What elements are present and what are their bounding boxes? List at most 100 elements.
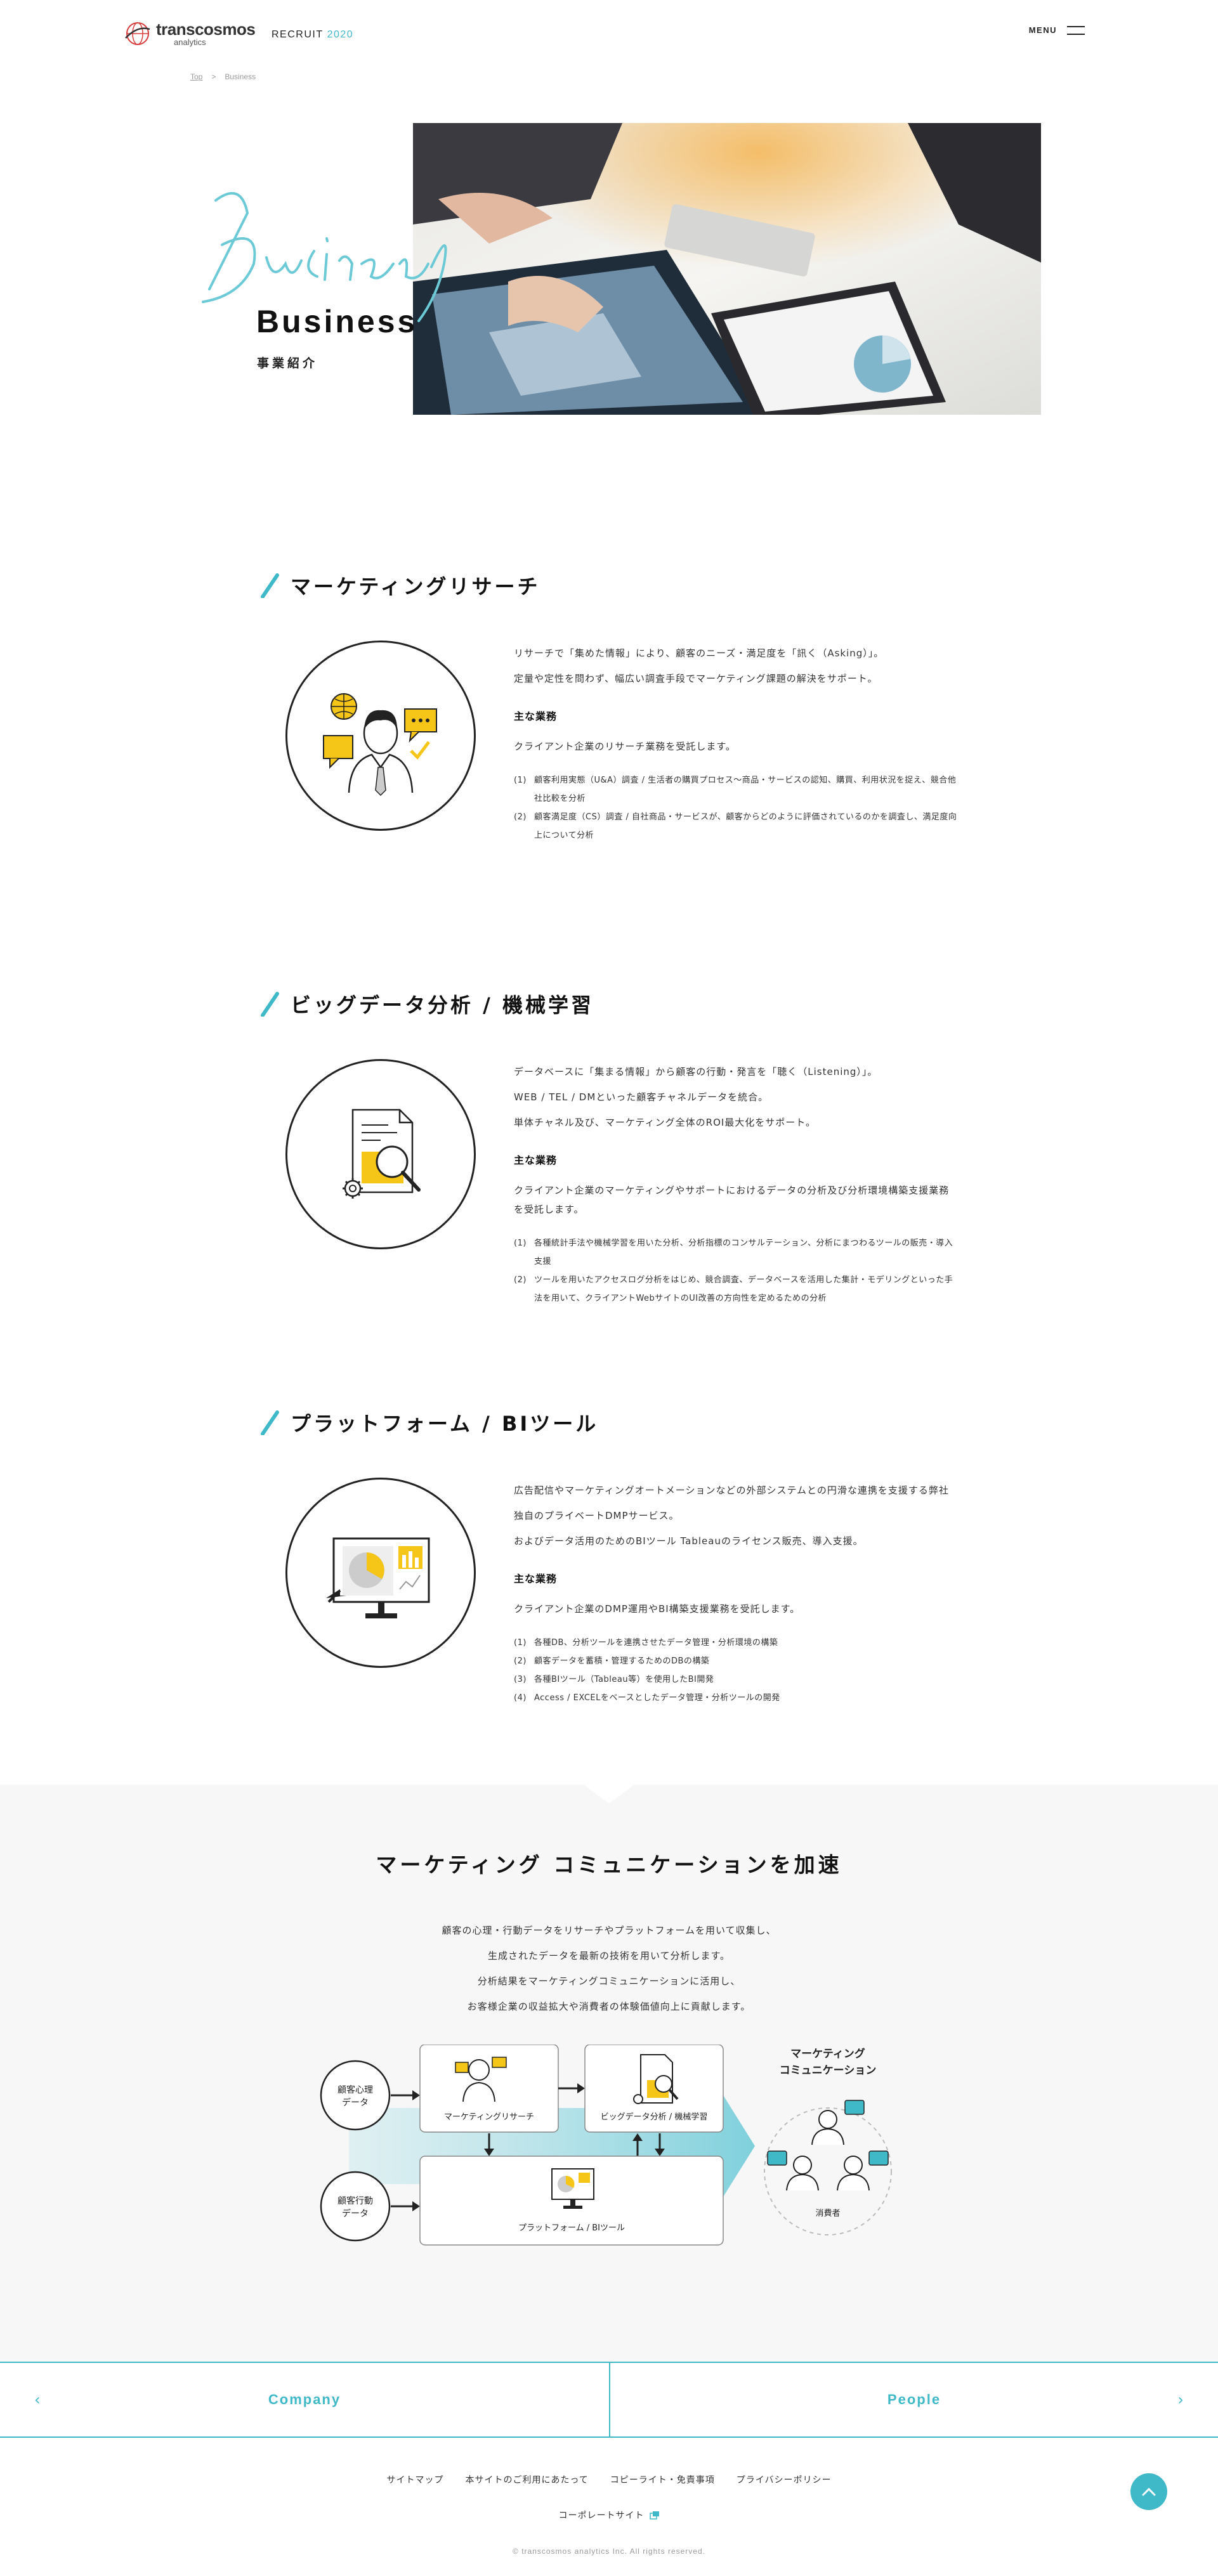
lead-line: 分析結果をマーケティングコミュニケーションに活用し、 xyxy=(477,1975,741,1987)
footer-links: サイトマップ 本サイトのご利用にあたって コピーライト・免責事項 プライバシーポ… xyxy=(0,2473,1218,2486)
chevron-up-icon xyxy=(1142,2487,1156,2496)
arrow-head-icon xyxy=(412,2201,420,2211)
copyright: © transcosmos analytics Inc. All rights … xyxy=(513,2547,705,2556)
section-body: データベースに「集まる情報」から顧客の行動・発言を「聴く（Listening）」… xyxy=(514,1059,958,1308)
chevron-left-icon: ‹ xyxy=(34,2391,41,2409)
lead-line: 定量や定性を問わず、幅広い調査手段でマーケティング課題の解決をサポート。 xyxy=(514,673,878,684)
document-magnifier-icon xyxy=(343,1109,421,1199)
logo-sub: analytics xyxy=(174,37,206,47)
prev-page-link[interactable]: ‹ Company xyxy=(0,2363,609,2436)
footer-link-copyright[interactable]: コピーライト・免責事項 xyxy=(610,2473,715,2486)
platform-illustration xyxy=(285,1478,476,1668)
page-title: Business xyxy=(256,304,418,339)
next-page-link[interactable]: People › xyxy=(609,2363,1218,2436)
recruit-text: RECRUIT xyxy=(272,29,324,40)
section-title: ビッグデータ分析 / 機械学習 xyxy=(291,993,594,1017)
item-number: (2) xyxy=(514,1656,527,1666)
lead-line: 生成されたデータを最新の技術を用いて分析します。 xyxy=(487,1950,731,1961)
section-heading: プラットフォーム / BIツール xyxy=(260,1408,598,1437)
lead-line: 単体チャネル及び、マーケティング全体のROI最大化をサポート。 xyxy=(514,1117,816,1128)
section-subheading: 主な業務 xyxy=(514,1154,558,1166)
logo[interactable]: transcosmos analytics xyxy=(124,20,256,47)
globe-logo-icon xyxy=(125,22,150,45)
lead-line: 顧客の心理・行動データをリサーチやプラットフォームを用いて収集し、 xyxy=(442,1925,776,1936)
notch-decoration xyxy=(584,1785,634,1804)
input-behavior-line1: 顧客行動 xyxy=(337,2195,373,2206)
item-text: 顧客利用実態（U&A）調査 / 生活者の購買プロセス～商品・サービスの認知、購買… xyxy=(534,776,957,803)
input-behavior-line2: データ xyxy=(342,2208,369,2219)
acceleration-lead: 顧客の心理・行動データをリサーチやプラットフォームを用いて収集し、 生成されたデ… xyxy=(0,1918,1218,2019)
item-text: 顧客データを蓄積・管理するためのDBの構築 xyxy=(534,1656,710,1666)
list-item: (3) 各種BIツール（Tableau等）を使用したBI開発 xyxy=(514,1670,958,1689)
footer-link-privacy[interactable]: プライバシーポリシー xyxy=(737,2473,832,2486)
input-psych-line2: データ xyxy=(342,2097,369,2108)
list-item: (2) 顧客満足度（CS）調査 / 自社商品・サービスが、顧客からどのように評価さ… xyxy=(514,808,958,845)
section-title: プラットフォーム / BIツール xyxy=(291,1412,599,1436)
list-item: (1) 各種DB、分析ツールを連携させたデータ管理・分析環境の構築 xyxy=(514,1634,958,1652)
research-illustration xyxy=(285,641,476,831)
section-body: 広告配信やマーケティングオートメーションなどの外部システムとの円滑な連携を支援す… xyxy=(514,1478,958,1707)
consumer-label: 消費者 xyxy=(815,2209,840,2218)
item-number: (1) xyxy=(514,1239,527,1248)
recruit-year: 2020 xyxy=(327,29,354,40)
lead-line: 広告配信やマーケティングオートメーションなどの外部システムとの円滑な連携を支援す… xyxy=(514,1485,949,1521)
hero-office-image xyxy=(413,123,1041,415)
item-number: (1) xyxy=(514,776,527,785)
section-heading: ビッグデータ分析 / 機械学習 xyxy=(260,989,594,1018)
corporate-link-wrap: コーポレートサイト xyxy=(0,2509,1218,2521)
external-link-icon xyxy=(649,2511,659,2520)
input-behavior-circle xyxy=(320,2171,391,2242)
section-lead: データベースに「集まる情報」から顧客の行動・発言を「聴く（Listening）」… xyxy=(514,1059,958,1135)
slash-accent-icon xyxy=(261,992,279,1017)
section-title: マーケティングリサーチ xyxy=(291,575,540,599)
item-text: 各種BIツール（Tableau等）を使用したBI開発 xyxy=(534,1675,714,1684)
site-footer: サイトマップ 本サイトのご利用にあたって コピーライト・免責事項 プライバシーポ… xyxy=(0,2438,1218,2576)
corporate-site-link[interactable]: コーポレートサイト xyxy=(559,2509,645,2521)
box-platform-label: プラットフォーム / BIツール xyxy=(518,2223,625,2233)
monitor-dashboard-icon xyxy=(326,1537,430,1618)
list-item: (1) 顧客利用実態（U&A）調査 / 生活者の購買プロセス～商品・サービスの認知… xyxy=(514,771,958,808)
output-title-line1: マーケティング xyxy=(790,2047,865,2060)
item-number: (3) xyxy=(514,1675,527,1684)
menu-button[interactable]: MENU xyxy=(1029,25,1085,35)
hero: Business 事業紹介 xyxy=(0,63,1218,520)
back-to-top-button[interactable] xyxy=(1130,2473,1167,2510)
box-research-label: マーケティングリサーチ xyxy=(444,2112,534,2122)
lead-line: リサーチで「集めた情報」により、顧客のニーズ・満足度を「訊く（Asking）」。 xyxy=(514,647,884,659)
list-item: (2) 顧客データを蓄積・管理するためのDBの構築 xyxy=(514,1652,958,1670)
input-psych-circle xyxy=(320,2060,391,2131)
menu-label: MENU xyxy=(1028,25,1057,35)
footer-link-terms[interactable]: 本サイトのご利用にあたって xyxy=(465,2473,588,2486)
arrow-head-icon xyxy=(577,2083,585,2093)
section-big-data: ビッグデータ分析 / 機械学習 データベースに「集まる情報」から顧客の行動・発言… xyxy=(0,939,1218,1357)
site-header: transcosmos analytics RECRUIT 2020 MENU T… xyxy=(0,0,1218,81)
section-heading: マーケティングリサーチ xyxy=(260,571,540,600)
section-subheading: 主な業務 xyxy=(514,710,558,722)
item-number: (4) xyxy=(514,1693,527,1703)
item-number: (2) xyxy=(514,812,527,822)
slash-accent-icon xyxy=(261,573,279,598)
duty-list: (1) 各種統計手法や機械学習を用いた分析、分析指標のコンサルテーション、分析にま… xyxy=(514,1234,958,1308)
section-body: リサーチで「集めた情報」により、顧客のニーズ・満足度を「訊く（Asking）」。… xyxy=(514,641,958,845)
recruit-label[interactable]: RECRUIT 2020 xyxy=(272,29,353,41)
slash-accent-icon xyxy=(261,1410,279,1435)
acceleration-title: マーケティング コミュニケーションを加速 xyxy=(376,1852,842,1877)
section-description: クライアント企業のマーケティングやサポートにおけるデータの分析及び分析環境構築支… xyxy=(514,1185,950,1215)
list-item: (4) Access / EXCELをベースとしたデータ管理・分析ツールの開発 xyxy=(514,1689,958,1707)
item-number: (2) xyxy=(514,1275,527,1285)
chevron-right-icon: › xyxy=(1177,2391,1184,2409)
section-description: クライアント企業のDMP運用やBI構築支援業務を受託します。 xyxy=(514,1603,801,1615)
hamburger-icon xyxy=(1067,25,1085,35)
list-item: (1) 各種統計手法や機械学習を用いた分析、分析指標のコンサルテーション、分析にま… xyxy=(514,1234,958,1271)
hero-photo xyxy=(413,123,1041,415)
page-subtitle: 事業紹介 xyxy=(257,356,318,370)
box-bigdata-label: ビッグデータ分析 / 機械学習 xyxy=(601,2112,708,2122)
lead-line: データベースに「集まる情報」から顧客の行動・発言を「聴く（Listening）」… xyxy=(514,1066,878,1077)
arrow-head-icon xyxy=(412,2090,420,2100)
section-lead: リサーチで「集めた情報」により、顧客のニーズ・満足度を「訊く（Asking）」。… xyxy=(514,641,958,691)
item-text: 各種統計手法や機械学習を用いた分析、分析指標のコンサルテーション、分析にまつわる… xyxy=(534,1239,953,1266)
flow-diagram: 顧客心理 データ 顧客行動 データ マーケティングリサーチ ビッグデータ分析 /… xyxy=(320,2045,892,2246)
duty-list: (1) 顧客利用実態（U&A）調査 / 生活者の購買プロセス～商品・サービスの認知… xyxy=(514,771,958,845)
footer-link-sitemap[interactable]: サイトマップ xyxy=(386,2473,443,2486)
input-psych-line1: 顧客心理 xyxy=(337,2085,373,2095)
